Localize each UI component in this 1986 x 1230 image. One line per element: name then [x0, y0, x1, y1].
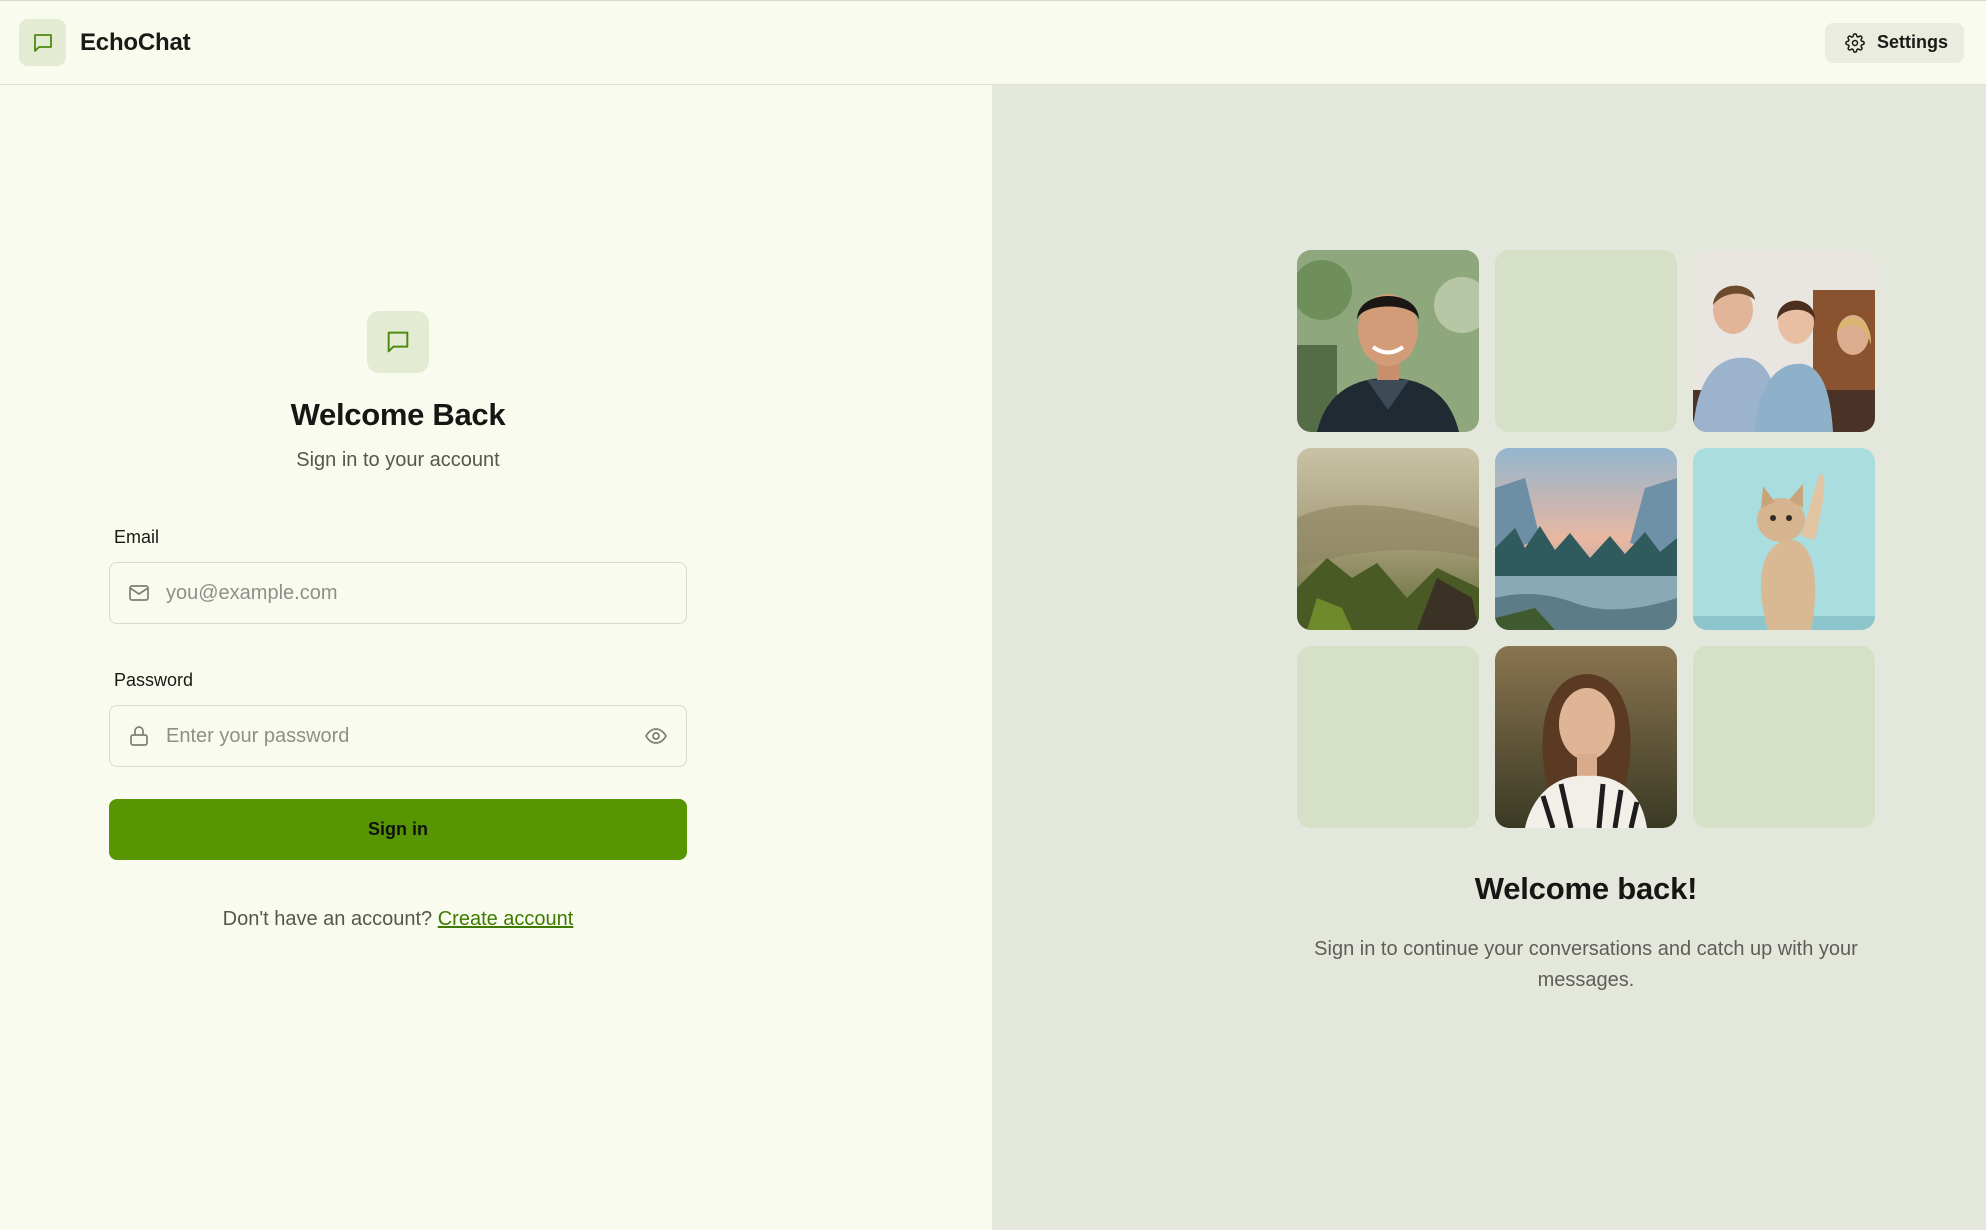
- password-label: Password: [114, 670, 194, 690]
- brand[interactable]: EchoChat: [19, 19, 191, 66]
- gallery-photo-valley: [1297, 448, 1479, 630]
- top-bar: EchoChat Settings: [0, 0, 1986, 85]
- eye-icon[interactable]: [642, 722, 670, 750]
- login-form: Welcome Back Sign in to your account Ema…: [109, 311, 687, 931]
- create-account-link[interactable]: Create account: [438, 908, 574, 930]
- gallery-photo-man: [1297, 250, 1479, 432]
- login-title: Welcome Back: [290, 397, 506, 432]
- email-field[interactable]: [166, 581, 670, 605]
- signup-prompt-row: Don't have an account? Create account: [109, 908, 687, 931]
- gallery-photo-woman: [1495, 646, 1677, 828]
- email-field-box[interactable]: [109, 562, 687, 624]
- promo-text: Sign in to continue your conversations a…: [1314, 938, 1858, 991]
- gallery-placeholder: [1693, 646, 1875, 828]
- password-field-box[interactable]: [109, 705, 687, 767]
- promo-pane: Welcome back! Sign in to continue your c…: [992, 85, 1986, 1230]
- login-pane: Welcome Back Sign in to your account Ema…: [0, 85, 992, 1230]
- promo-title: Welcome back!: [1474, 871, 1698, 906]
- sign-in-button[interactable]: Sign in: [109, 799, 687, 860]
- gallery-placeholder: [1297, 646, 1479, 828]
- photo-grid: [1297, 250, 1875, 828]
- gear-icon: [1845, 32, 1865, 53]
- signup-prompt: Don't have an account?: [222, 908, 433, 930]
- app-name: EchoChat: [80, 28, 191, 56]
- message-square-icon: [367, 311, 429, 373]
- login-subtitle: Sign in to your account: [296, 449, 500, 471]
- settings-button[interactable]: Settings: [1824, 22, 1964, 63]
- gallery-photo-kitten: [1693, 448, 1875, 630]
- gallery-photo-river: [1495, 448, 1677, 630]
- gallery-placeholder: [1495, 250, 1677, 432]
- mail-icon: [126, 580, 152, 606]
- message-square-icon: [19, 19, 66, 66]
- password-field[interactable]: [166, 724, 642, 748]
- settings-label: Settings: [1876, 32, 1948, 52]
- gallery-photo-group: [1693, 250, 1875, 432]
- email-label: Email: [114, 527, 160, 547]
- lock-icon: [126, 723, 152, 749]
